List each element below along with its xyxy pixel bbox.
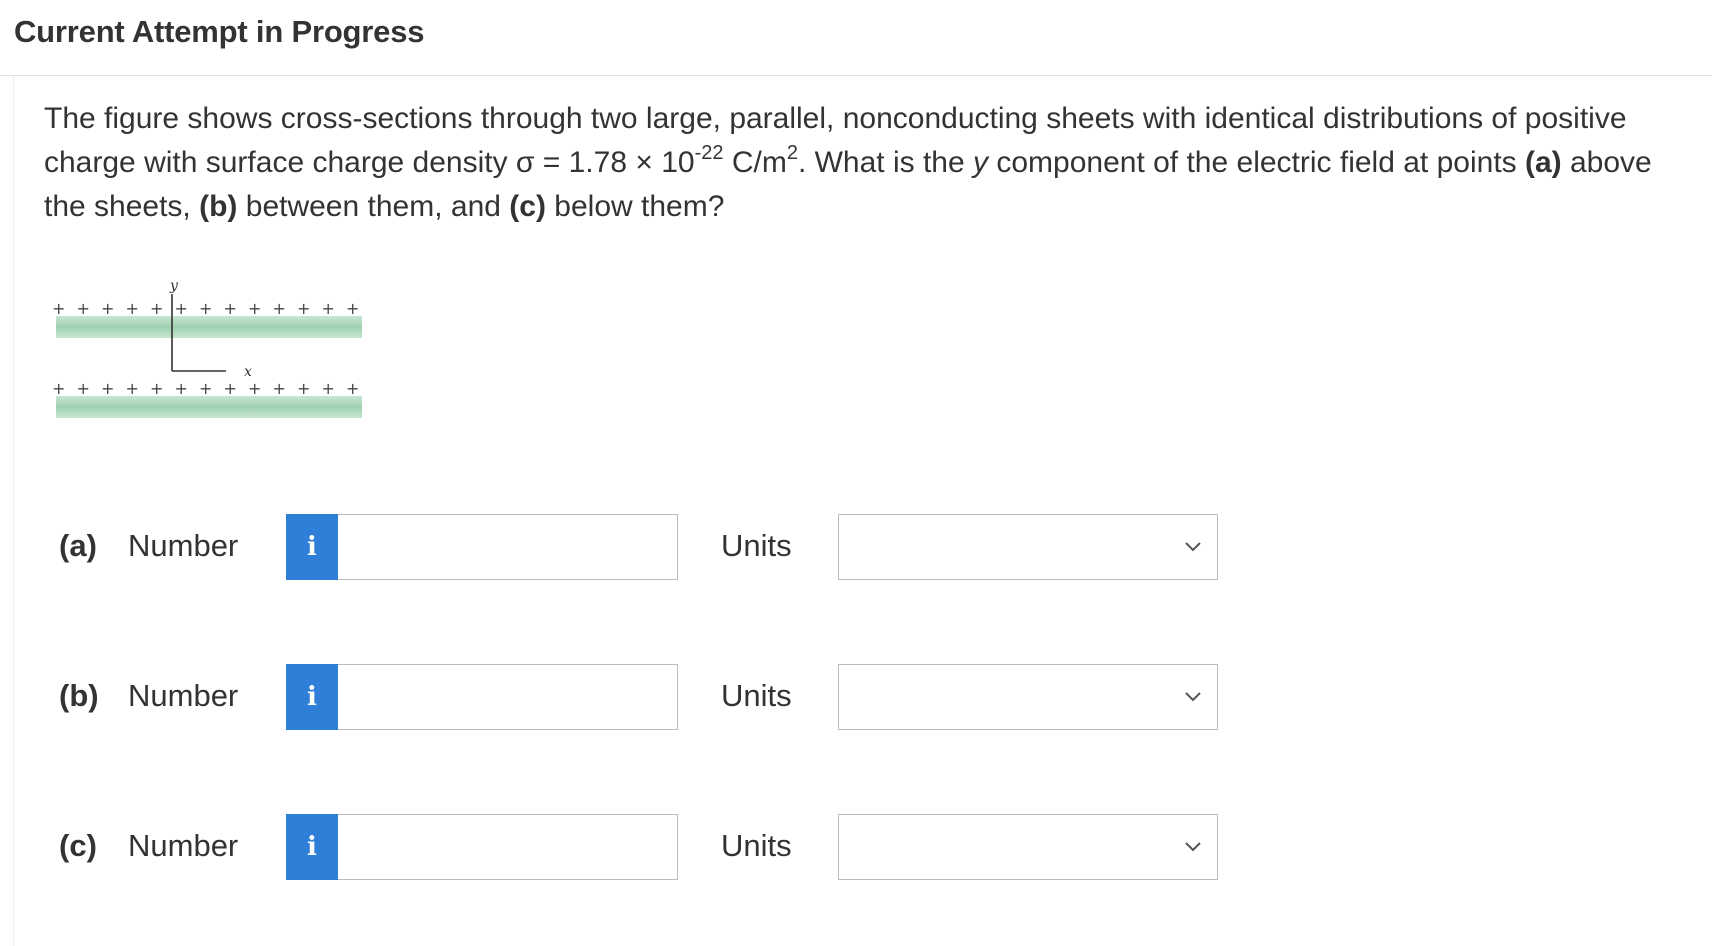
question-text-part: . What is the — [797, 146, 974, 179]
x-axis-label: x — [244, 364, 252, 380]
plus-charge-top: + — [126, 299, 139, 318]
plus-charge-top: + — [224, 299, 237, 318]
number-label: Number — [128, 528, 239, 563]
chevron-down-icon — [1185, 842, 1201, 852]
number-label: Number — [128, 828, 239, 863]
units-label: Units — [721, 528, 792, 563]
question-text-part: C/m — [723, 146, 787, 179]
part-label: (b) — [59, 678, 99, 713]
number-input-a[interactable] — [338, 514, 678, 580]
plus-charge-top: + — [199, 299, 212, 318]
bottom-charge-row: + + + + + + + + + + + + + — [52, 379, 359, 398]
plus-charge-bottom: + — [224, 379, 237, 398]
info-button[interactable]: i — [286, 514, 338, 580]
plus-charge-bottom: + — [273, 379, 286, 398]
plus-charge-top: + — [322, 299, 335, 318]
plus-charge-bottom: + — [346, 379, 359, 398]
question-text-part: below them? — [545, 190, 725, 223]
plus-charge-bottom: + — [150, 379, 163, 398]
question-text-part: between them, and — [237, 190, 510, 223]
plus-charge-top: + — [273, 299, 286, 318]
answer-row-a: (a) Number i Units — [0, 514, 1712, 580]
part-a-ref: (a) — [1524, 146, 1562, 179]
plus-charge-bottom: + — [297, 379, 310, 398]
plus-charge-top: + — [150, 299, 163, 318]
question-text: The figure shows cross-sections through … — [44, 97, 1694, 229]
plus-charge-bottom: + — [248, 379, 261, 398]
plus-charge-top: + — [52, 299, 65, 318]
plus-charge-bottom: + — [322, 379, 335, 398]
answer-row-c: (c) Number i Units — [0, 814, 1712, 880]
number-label: Number — [128, 678, 239, 713]
part-c-ref: (c) — [509, 190, 546, 223]
plus-charge-top: + — [101, 299, 114, 318]
plus-charge-bottom: + — [52, 379, 65, 398]
part-label: (c) — [59, 828, 97, 863]
chevron-down-icon — [1185, 542, 1201, 552]
charged-sheets-figure: y x + + + + + + + + + + + + + + + + + + + + + + + + + + — [50, 278, 370, 438]
units-label: Units — [721, 828, 792, 863]
chevron-down-icon — [1185, 692, 1201, 702]
top-sheet — [56, 316, 362, 338]
part-b-ref: (b) — [199, 190, 238, 223]
info-button[interactable]: i — [286, 664, 338, 730]
units-label: Units — [721, 678, 792, 713]
page-title: Current Attempt in Progress — [14, 14, 425, 49]
page: Current Attempt in Progress The figure s… — [0, 0, 1712, 946]
exponent: -22 — [694, 142, 724, 164]
plus-charge-bottom: + — [77, 379, 90, 398]
number-input-b[interactable] — [338, 664, 678, 730]
plus-charge-top: + — [248, 299, 261, 318]
plus-charge-bottom: + — [101, 379, 114, 398]
plus-charge-top: + — [77, 299, 90, 318]
units-dropdown-a[interactable] — [838, 514, 1218, 580]
plus-charge-bottom: + — [126, 379, 139, 398]
plus-charge-bottom: + — [199, 379, 212, 398]
units-dropdown-b[interactable] — [838, 664, 1218, 730]
variable-y: y — [973, 146, 989, 179]
question-text-part: component of the electric field at point… — [988, 146, 1525, 179]
top-charge-row: + + + + + + + + + + + + + — [52, 299, 359, 318]
info-button[interactable]: i — [286, 814, 338, 880]
unit-power: 2 — [786, 142, 798, 164]
answer-row-b: (b) Number i Units — [0, 664, 1712, 730]
y-axis-label: y — [169, 278, 179, 294]
bottom-sheet — [56, 396, 362, 418]
plus-charge-top: + — [346, 299, 359, 318]
attempt-header: Current Attempt in Progress — [0, 0, 1712, 76]
plus-charge-top: + — [297, 299, 310, 318]
plus-charge-bottom: + — [175, 379, 188, 398]
number-input-c[interactable] — [338, 814, 678, 880]
plus-charge-top: + — [175, 299, 188, 318]
units-dropdown-c[interactable] — [838, 814, 1218, 880]
figure-svg: y x + + + + + + + + + + + + + + + + + + + + + + + + + + — [52, 278, 362, 418]
part-label: (a) — [59, 528, 97, 563]
